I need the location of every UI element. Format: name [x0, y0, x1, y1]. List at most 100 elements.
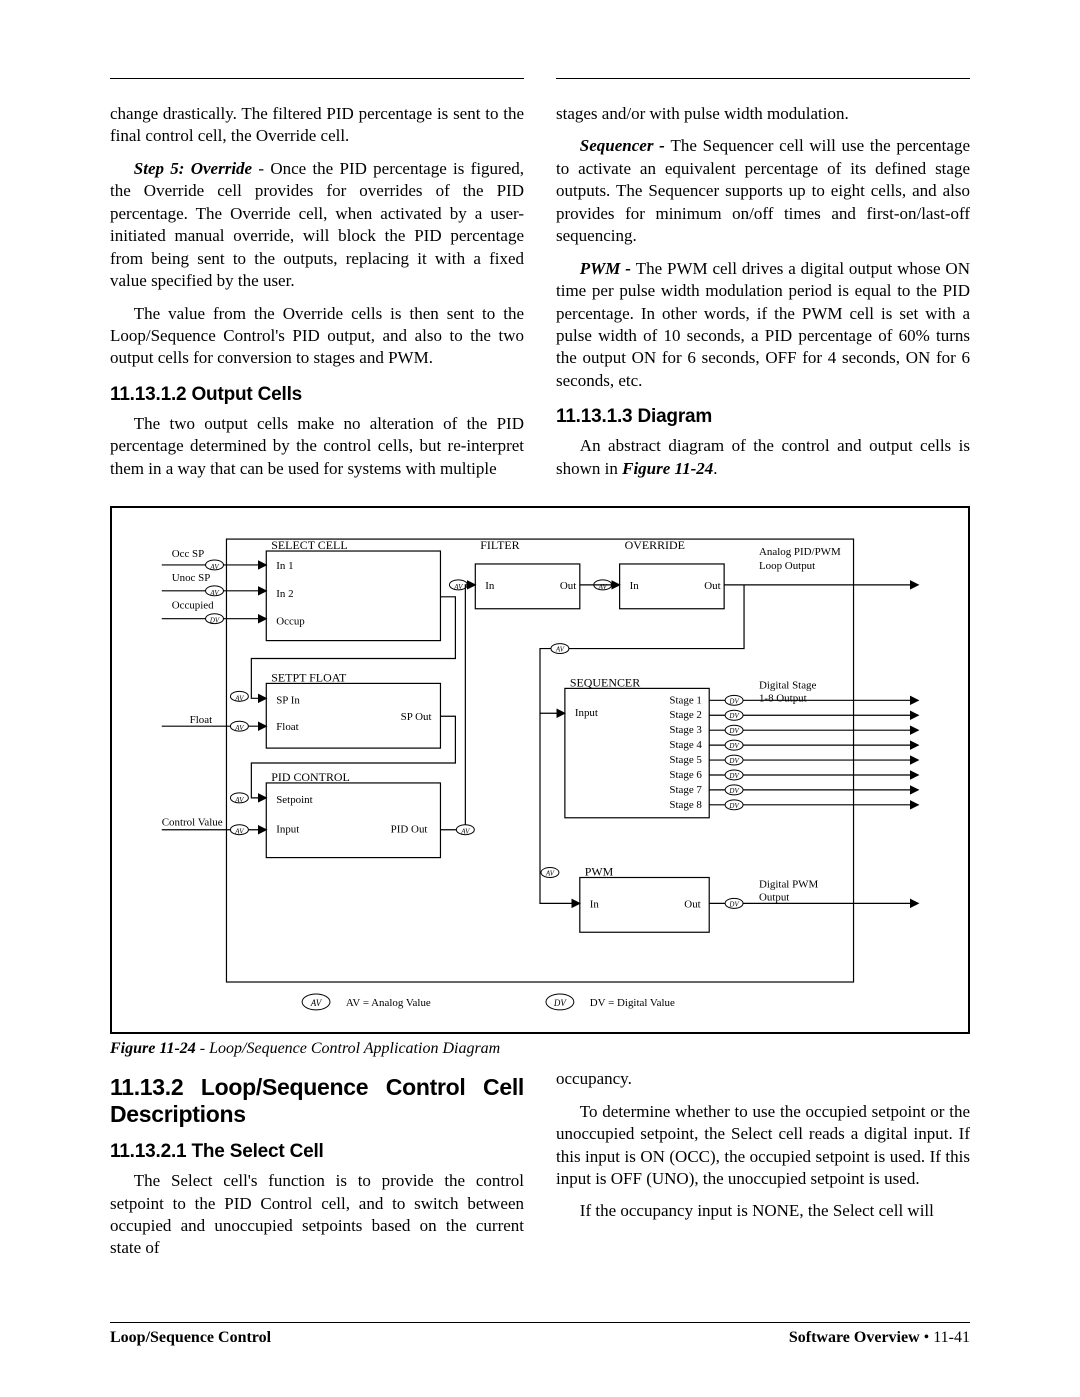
svg-text:DV: DV	[728, 772, 739, 780]
svg-text:Unoc SP: Unoc SP	[172, 572, 211, 584]
run-in-head: Sequencer -	[580, 136, 671, 155]
svg-text:Out: Out	[704, 580, 720, 592]
svg-text:DV: DV	[728, 698, 739, 706]
para: occupancy.	[556, 1068, 970, 1090]
svg-text:Stage 6: Stage 6	[669, 769, 702, 781]
intro-columns: change drastically. The filtered PID per…	[110, 103, 970, 490]
footer-left: Loop/Sequence Control	[110, 1329, 271, 1346]
text: The PWM cell drives a digital output who…	[556, 259, 970, 390]
svg-text:DV: DV	[728, 802, 739, 810]
svg-text:Analog PID/PWM: Analog PID/PWM	[759, 546, 841, 558]
svg-text:Out: Out	[684, 899, 700, 911]
svg-text:DV: DV	[728, 742, 739, 750]
svg-text:Stage 3: Stage 3	[669, 724, 702, 736]
svg-text:PID CONTROL: PID CONTROL	[271, 770, 350, 784]
svg-text:AV: AV	[234, 724, 244, 732]
svg-text:SP In: SP In	[276, 695, 300, 707]
svg-text:In: In	[630, 580, 640, 592]
left-column-2: 11.13.2 Loop/Sequence Control Cell Descr…	[110, 1068, 524, 1270]
svg-text:DV: DV	[553, 998, 567, 1008]
svg-text:AV: AV	[234, 828, 244, 836]
svg-text:Stage 7: Stage 7	[669, 784, 702, 796]
svg-text:Float: Float	[190, 714, 212, 726]
svg-text:In: In	[590, 899, 600, 911]
svg-text:AV: AV	[555, 646, 565, 654]
svg-text:DV: DV	[728, 787, 739, 795]
figure-ref: Figure 11-24	[622, 459, 713, 478]
caption-bold: Figure 11-24	[110, 1040, 196, 1057]
svg-text:AV: AV	[460, 828, 470, 836]
top-rule	[110, 78, 970, 79]
svg-text:Stage 4: Stage 4	[669, 739, 702, 751]
heading-diagram: 11.13.1.3 Diagram	[556, 404, 970, 429]
svg-text:AV: AV	[209, 563, 219, 571]
svg-text:DV: DV	[728, 757, 739, 765]
svg-text:DV: DV	[728, 712, 739, 720]
svg-text:Control Value: Control Value	[162, 817, 223, 829]
svg-text:Setpoint: Setpoint	[276, 794, 312, 806]
right-column-2: occupancy. To determine whether to use t…	[556, 1068, 970, 1270]
svg-text:AV = Analog Value: AV = Analog Value	[346, 997, 431, 1009]
para: An abstract diagram of the control and o…	[556, 435, 970, 480]
svg-text:AV: AV	[453, 583, 463, 591]
para: To determine whether to use the occupied…	[556, 1101, 970, 1191]
svg-text:Stage 5: Stage 5	[669, 754, 702, 766]
caption-text: - Loop/Sequence Control Application Diag…	[196, 1040, 500, 1057]
svg-text:In: In	[485, 580, 495, 592]
footer-page: • 11-41	[920, 1329, 970, 1346]
svg-text:Occupied: Occupied	[172, 600, 214, 612]
svg-text:AV: AV	[209, 589, 219, 597]
svg-text:SELECT CELL: SELECT CELL	[271, 538, 347, 552]
svg-text:In 1: In 1	[276, 560, 293, 572]
text: .	[713, 459, 717, 478]
svg-text:AV: AV	[234, 695, 244, 703]
svg-text:1-8 Output: 1-8 Output	[759, 693, 807, 705]
figure-caption: Figure 11-24 - Loop/Sequence Control App…	[110, 1040, 970, 1058]
svg-text:OVERRIDE: OVERRIDE	[625, 538, 685, 552]
para: PWM - The PWM cell drives a digital outp…	[556, 258, 970, 393]
svg-text:Input: Input	[276, 824, 299, 836]
svg-text:SEQUENCER: SEQUENCER	[570, 676, 640, 690]
svg-text:PID Out: PID Out	[391, 824, 428, 836]
para: stages and/or with pulse width modulatio…	[556, 103, 970, 125]
diagram-svg: SELECT CELL In 1 In 2 Occup Occ SP AV Un…	[112, 508, 968, 1032]
left-column: change drastically. The filtered PID per…	[110, 103, 524, 490]
svg-text:SETPT FLOAT: SETPT FLOAT	[271, 671, 347, 685]
svg-text:Stage 1: Stage 1	[669, 695, 702, 707]
svg-text:DV: DV	[728, 901, 739, 909]
svg-text:DV: DV	[728, 727, 739, 735]
svg-text:Occ SP: Occ SP	[172, 548, 205, 560]
run-in-head: PWM -	[580, 259, 636, 278]
footer-right-label: Software Overview	[789, 1329, 920, 1346]
para: The Select cell's function is to provide…	[110, 1170, 524, 1260]
svg-text:FILTER: FILTER	[480, 538, 519, 552]
svg-text:Loop Output: Loop Output	[759, 560, 815, 572]
svg-text:PWM: PWM	[585, 865, 614, 879]
para: If the occupancy input is NONE, the Sele…	[556, 1200, 970, 1222]
svg-text:Occup: Occup	[276, 616, 305, 628]
step-label: Step 5: Override	[134, 159, 252, 178]
svg-text:Float: Float	[276, 721, 298, 733]
svg-text:DV: DV	[209, 617, 220, 625]
para: change drastically. The filtered PID per…	[110, 103, 524, 148]
svg-text:Digital Stage: Digital Stage	[759, 680, 817, 692]
svg-text:AV: AV	[598, 583, 608, 591]
svg-text:Digital PWM: Digital PWM	[759, 879, 819, 891]
text: An abstract diagram of the control and o…	[556, 436, 970, 477]
heading-11-13-2: 11.13.2 Loop/Sequence Control Cell Descr…	[110, 1074, 524, 1127]
svg-text:AV: AV	[234, 796, 244, 804]
figure-11-24: SELECT CELL In 1 In 2 Occup Occ SP AV Un…	[110, 506, 970, 1034]
right-column: stages and/or with pulse width modulatio…	[556, 103, 970, 490]
svg-text:SP Out: SP Out	[401, 711, 432, 723]
para: The two output cells make no alteration …	[110, 413, 524, 480]
svg-text:AV: AV	[310, 998, 323, 1008]
heading-output-cells: 11.13.1.2 Output Cells	[110, 382, 524, 407]
para: The value from the Override cells is the…	[110, 303, 524, 370]
heading-select-cell: 11.13.2.1 The Select Cell	[110, 1139, 524, 1164]
text: - Once the PID percentage is figured, th…	[110, 159, 524, 290]
svg-text:DV = Digital Value: DV = Digital Value	[590, 997, 675, 1009]
para: Sequencer - The Sequencer cell will use …	[556, 135, 970, 247]
section-2-columns: 11.13.2 Loop/Sequence Control Cell Descr…	[110, 1068, 970, 1270]
svg-text:Stage 8: Stage 8	[669, 799, 702, 811]
svg-text:Output: Output	[759, 892, 789, 904]
